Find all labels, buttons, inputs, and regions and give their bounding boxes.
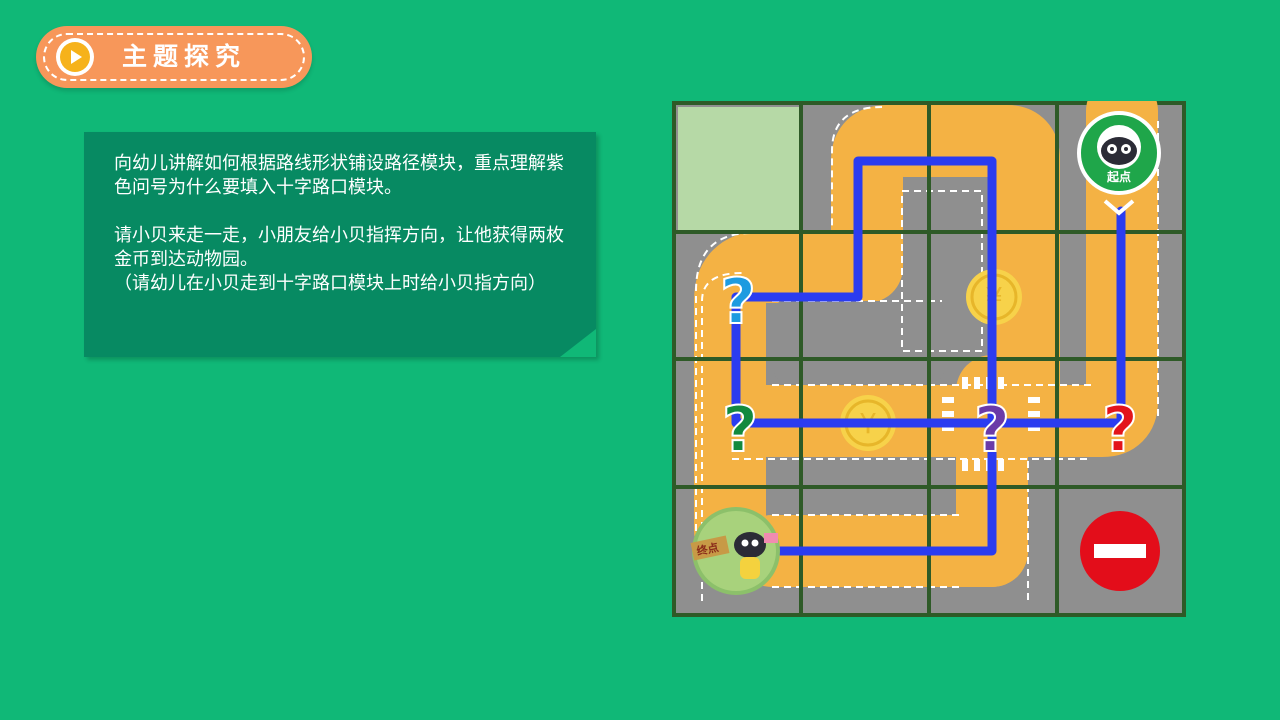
question-mark-red[interactable]: ? <box>1101 392 1139 467</box>
section-title: 主题探究 <box>122 42 247 71</box>
svg-text:起点: 起点 <box>1106 169 1131 184</box>
no-entry-icon <box>1080 511 1160 591</box>
instruction-paragraph-3: （请幼儿在小贝走到十字路口模块上时给小贝指方向） <box>114 273 546 294</box>
question-mark-purple[interactable]: ? <box>973 392 1011 467</box>
instruction-note: 向幼儿讲解如何根据路线形状铺设路径模块，重点理解紫色问号为什么要填入十字路口模块… <box>84 132 596 357</box>
question-mark-blue[interactable]: ? <box>719 264 757 339</box>
instruction-paragraph-1: 向幼儿讲解如何根据路线形状铺设路径模块，重点理解紫色问号为什么要填入十字路口模块… <box>114 153 564 198</box>
instruction-paragraph-2: 请小贝来走一走，小朋友给小贝指挥方向，让他获得两枚金币到达动物园。 <box>114 225 564 270</box>
play-icon[interactable] <box>56 38 94 76</box>
maze-board: ¥ ¥ 起点 终点 ? ? ? ? <box>672 101 1186 617</box>
empty-tile <box>678 107 799 231</box>
section-title-banner: 主题探究 <box>36 26 312 88</box>
question-mark-green[interactable]: ? <box>721 392 759 467</box>
